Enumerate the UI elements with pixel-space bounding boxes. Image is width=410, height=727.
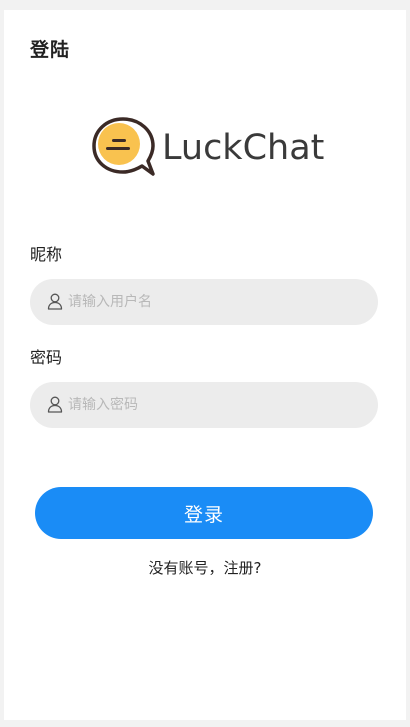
password-input[interactable]: [68, 382, 358, 428]
register-link[interactable]: 没有账号，注册?: [4, 557, 406, 578]
chat-bubble-logo-icon: [92, 117, 155, 176]
app-logo: LuckChat: [90, 114, 330, 184]
user-icon: [47, 396, 63, 413]
nickname-label: 昵称: [30, 245, 63, 264]
nickname-field[interactable]: [30, 279, 378, 325]
login-card: 登陆 LuckChat 昵称 密码 登录 没有账号，注册?: [4, 10, 406, 720]
logo-text: LuckChat: [162, 128, 325, 168]
user-icon: [47, 293, 63, 310]
page-title: 登陆: [30, 39, 71, 61]
nickname-input[interactable]: [68, 279, 358, 325]
login-button[interactable]: 登录: [35, 487, 373, 539]
password-field[interactable]: [30, 382, 378, 428]
password-label: 密码: [30, 348, 63, 367]
